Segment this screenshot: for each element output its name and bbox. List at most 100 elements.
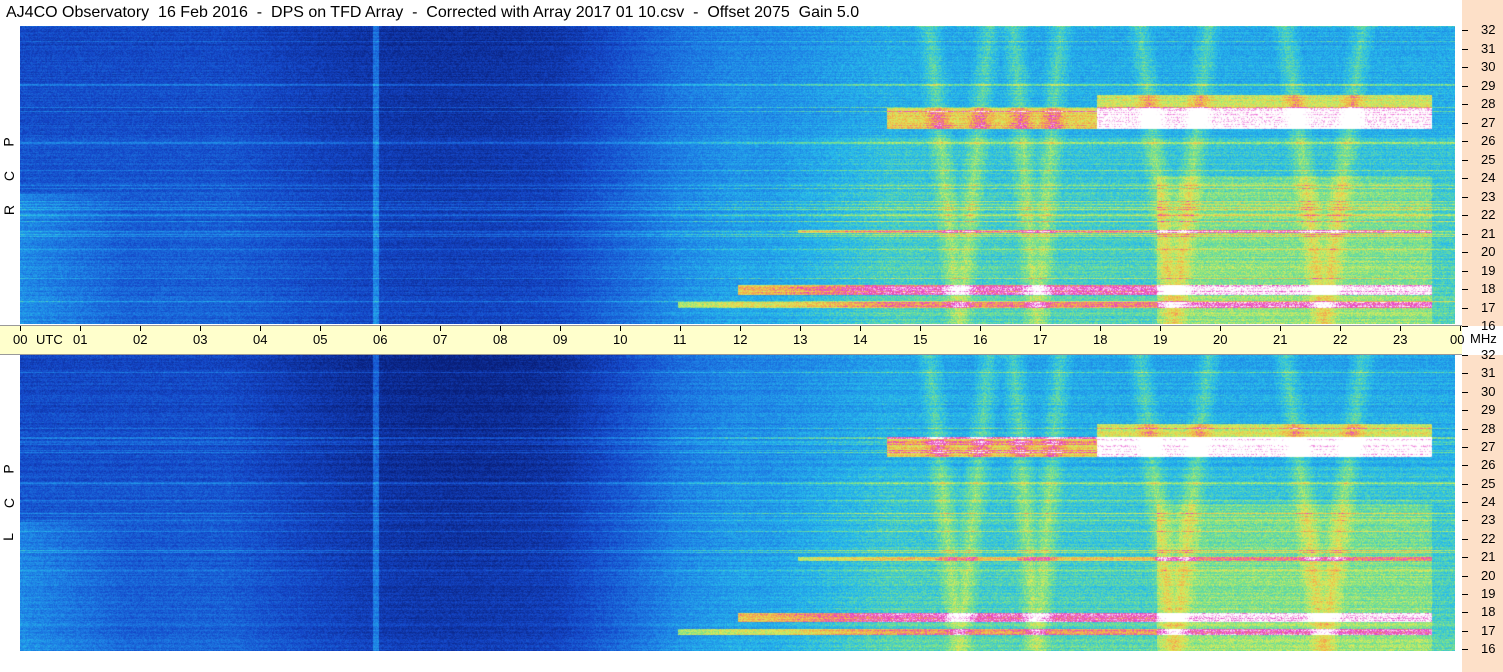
lcp-frequency-axis: 16 17 18 19 20 21 22 23 24 25 26 27 28 29 30 31 32 (1462, 347, 1503, 672)
freq-tick-label: 27 (1481, 114, 1496, 130)
freq-tick (1462, 502, 1468, 503)
time-tick-label: 06 (373, 332, 388, 347)
freq-tick-label: 26 (1481, 457, 1496, 473)
lcp-spectrogram (20, 355, 1455, 651)
freq-tick-label: 32 (1481, 347, 1496, 362)
freq-tick-label: 17 (1481, 622, 1496, 638)
time-tick (1160, 326, 1161, 331)
time-tick (1460, 326, 1461, 331)
freq-tick (1462, 465, 1468, 467)
freq-tick (1462, 122, 1468, 124)
rcp-letter-r: R (1, 204, 18, 216)
freq-tick (1462, 355, 1468, 356)
time-tick-label: 18 (1093, 332, 1108, 347)
time-tick-label: 09 (553, 332, 568, 347)
time-tick-label: 12 (733, 332, 748, 347)
freq-tick-label: 21 (1481, 225, 1496, 241)
chart-title: AJ4CO Observatory 16 Feb 2016 - DPS on T… (6, 4, 860, 21)
freq-tick-label: 23 (1481, 512, 1496, 528)
freq-tick (1462, 30, 1468, 31)
freq-tick-label: 28 (1481, 420, 1496, 436)
freq-tick-label: 19 (1481, 262, 1496, 278)
freq-tick (1462, 446, 1468, 448)
freq-tick (1462, 428, 1468, 430)
time-tick-label: 15 (913, 332, 928, 347)
freq-tick (1462, 159, 1468, 161)
time-tick-label: 02 (133, 332, 148, 347)
title-bar: AJ4CO Observatory 16 Feb 2016 - DPS on T… (0, 0, 1462, 26)
freq-tick (1462, 612, 1468, 614)
freq-tick-label: 31 (1481, 40, 1496, 56)
freq-tick (1462, 289, 1468, 290)
time-tick-label: 20 (1213, 332, 1228, 347)
freq-tick (1462, 538, 1468, 540)
time-tick-label: 08 (493, 332, 508, 347)
time-tick (1100, 326, 1101, 331)
lcp-letter-c: C (1, 497, 18, 509)
time-tick (860, 326, 861, 331)
freq-tick (1462, 391, 1468, 393)
freq-tick (1462, 520, 1468, 522)
time-tick (320, 326, 321, 331)
freq-tick (1462, 252, 1468, 253)
time-tick (1280, 326, 1281, 331)
time-tick (620, 326, 621, 331)
freq-tick-label: 30 (1481, 383, 1496, 399)
freq-tick-label: 18 (1481, 604, 1496, 620)
freq-tick (1462, 307, 1468, 309)
time-tick (680, 326, 681, 331)
freq-unit-label: MHz (1470, 331, 1497, 346)
time-tick-label: 19 (1153, 332, 1168, 347)
time-tick (1340, 326, 1341, 331)
time-tick-label: 03 (193, 332, 208, 347)
freq-tick-label: 24 (1481, 494, 1496, 509)
rcp-label: R C P (0, 26, 20, 324)
freq-tick-label: 28 (1481, 96, 1496, 111)
time-tick-label: 00 (1450, 332, 1465, 347)
freq-tick-label: 22 (1481, 207, 1496, 222)
freq-tick (1462, 593, 1468, 595)
time-tick-label: 04 (253, 332, 268, 347)
rcp-spectrogram (20, 26, 1455, 324)
freq-tick (1462, 233, 1468, 235)
freq-tick-label: 26 (1481, 133, 1496, 148)
time-tick (1040, 326, 1041, 331)
freq-tick-label: 18 (1481, 281, 1496, 296)
freq-tick (1462, 196, 1468, 198)
freq-tick-label: 23 (1481, 188, 1496, 204)
bottom-strip (0, 651, 1462, 672)
rcp-letter-c: C (1, 170, 18, 182)
time-tick (500, 326, 501, 331)
freq-tick-label: 25 (1481, 475, 1496, 491)
lcp-letter-p: P (0, 464, 17, 474)
freq-tick (1462, 67, 1468, 68)
time-tick-label: 17 (1033, 332, 1048, 347)
time-unit-label: UTC (36, 332, 63, 347)
time-tick-label: 16 (973, 332, 988, 347)
time-tick-label: 05 (313, 332, 328, 347)
time-tick (140, 326, 141, 331)
freq-tick-label: 20 (1481, 244, 1496, 259)
time-tick (1220, 326, 1221, 331)
freq-tick (1462, 557, 1468, 559)
freq-tick (1462, 85, 1468, 87)
freq-tick (1462, 178, 1468, 179)
freq-tick-label: 22 (1481, 530, 1496, 546)
time-tick-label: 00 (13, 332, 28, 347)
time-tick (740, 326, 741, 331)
freq-tick-label: 27 (1481, 438, 1496, 454)
time-tick (1400, 326, 1401, 331)
freq-tick (1462, 373, 1468, 375)
freq-tick-label: 29 (1481, 77, 1496, 93)
freq-tick (1462, 48, 1468, 50)
lcp-label: L C P (0, 355, 20, 651)
freq-tick-label: 30 (1481, 59, 1496, 74)
freq-tick-label: 31 (1481, 365, 1496, 381)
freq-tick (1462, 215, 1468, 216)
freq-tick-label: 29 (1481, 402, 1496, 418)
time-tick-label: 21 (1273, 332, 1288, 347)
freq-tick-label: 17 (1481, 299, 1496, 315)
rcp-frequency-axis: 16 17 18 19 20 21 22 23 24 25 26 27 28 29 30 31 32 (1462, 0, 1503, 333)
freq-tick-label: 19 (1481, 585, 1496, 601)
time-tick-label: 14 (853, 332, 868, 347)
